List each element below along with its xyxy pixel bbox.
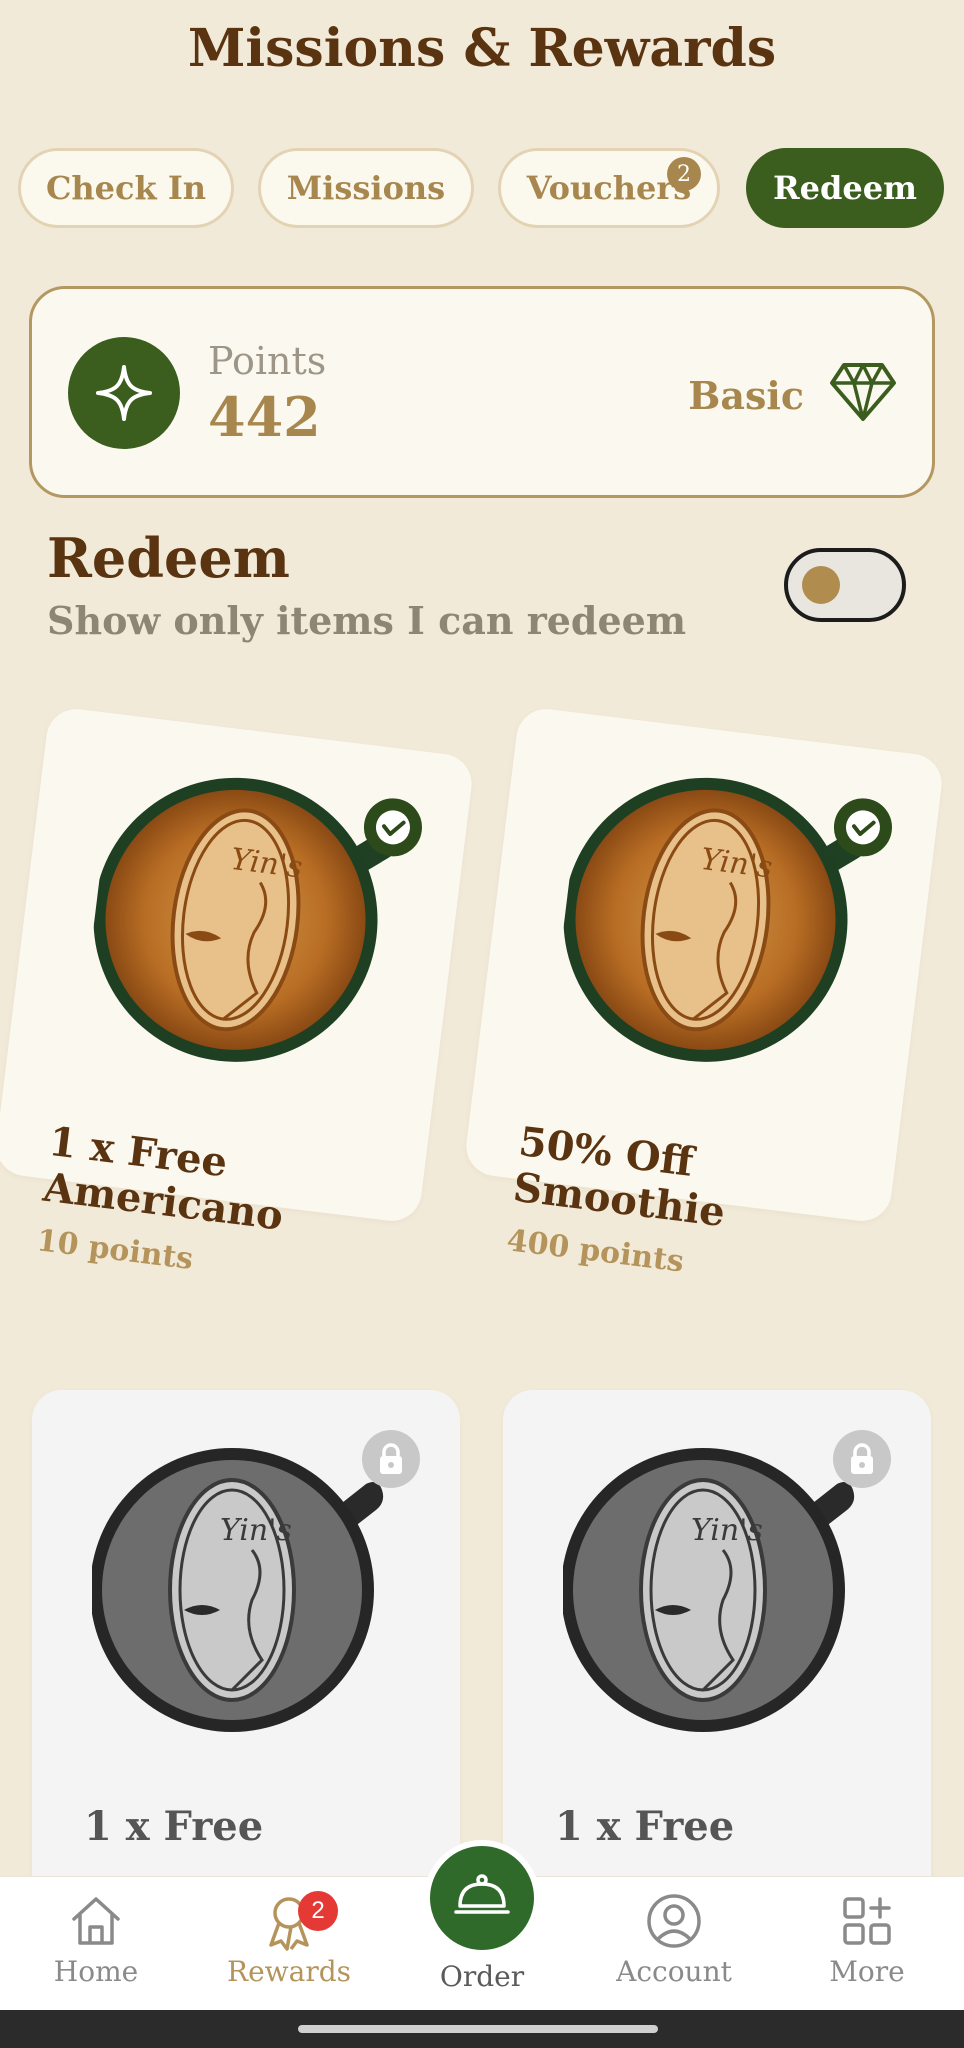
reward-card[interactable]: Yin's 50% Off Smoothie 400 points bbox=[462, 705, 946, 1280]
tab-vouchers[interactable]: Vouchers 2 bbox=[498, 148, 720, 228]
reward-name: 1 x Free bbox=[84, 1803, 264, 1850]
points-label: Points bbox=[208, 339, 327, 383]
svg-text:Yin's: Yin's bbox=[691, 1513, 763, 1548]
home-indicator[interactable] bbox=[298, 2025, 658, 2033]
tab-check-in[interactable]: Check In bbox=[18, 148, 234, 228]
section-title: Redeem bbox=[47, 526, 290, 590]
page-title: Missions & Rewards bbox=[187, 18, 777, 79]
nav-account[interactable]: Account bbox=[599, 1891, 749, 2001]
reward-name: 1 x Free bbox=[555, 1803, 735, 1850]
toggle-knob bbox=[802, 566, 840, 604]
redeemable-filter-toggle[interactable] bbox=[784, 548, 906, 622]
filter-label: Show only items I can redeem bbox=[47, 598, 687, 643]
tab-label: Missions bbox=[286, 169, 446, 207]
nav-label: Home bbox=[53, 1955, 139, 1988]
home-icon bbox=[72, 1897, 120, 1945]
reward-points: 400 points bbox=[504, 1223, 686, 1280]
coffee-cup-image: Yin's bbox=[93, 777, 398, 1062]
tier-label: Basic bbox=[688, 373, 804, 418]
nav-rewards[interactable]: 2 Rewards bbox=[214, 1891, 364, 2001]
lock-icon bbox=[833, 1430, 891, 1488]
order-button[interactable] bbox=[424, 1840, 540, 1956]
coffee-cup-image: Yin's bbox=[92, 1448, 384, 1732]
nav-label: More bbox=[829, 1955, 905, 1988]
cloche-icon bbox=[454, 1874, 510, 1914]
nav-label: Rewards bbox=[227, 1955, 351, 1988]
nav-home[interactable]: Home bbox=[21, 1891, 171, 2001]
tab-bar: Check In Missions Vouchers 2 Redeem bbox=[18, 148, 948, 228]
grid-plus-icon bbox=[843, 1897, 891, 1945]
tab-redeem[interactable]: Redeem bbox=[746, 148, 944, 228]
reward-points: 10 points bbox=[34, 1223, 196, 1278]
tab-missions[interactable]: Missions bbox=[258, 148, 474, 228]
vouchers-count-badge: 2 bbox=[667, 157, 701, 191]
points-value: 442 bbox=[208, 385, 321, 449]
diamond-icon bbox=[830, 363, 896, 421]
sparkle-icon bbox=[68, 337, 180, 449]
nav-label: Account bbox=[616, 1955, 732, 1988]
rewards-count-badge: 2 bbox=[298, 1891, 338, 1931]
tab-label: Check In bbox=[45, 169, 207, 207]
nav-order-label: Order bbox=[439, 1960, 525, 1993]
nav-more[interactable]: More bbox=[792, 1891, 942, 2001]
user-icon bbox=[647, 1894, 701, 1948]
reward-card[interactable]: Yin's 1 x Free Americano 10 points bbox=[0, 705, 476, 1277]
coffee-cup-image: Yin's bbox=[563, 1448, 855, 1732]
coffee-cup-image: Yin's bbox=[563, 777, 868, 1062]
svg-text:Yin's: Yin's bbox=[220, 1513, 292, 1548]
reward-card-locked[interactable]: Yin's 1 x Free bbox=[32, 1390, 460, 1930]
points-card: Points 442 Basic bbox=[29, 286, 935, 498]
tab-label: Redeem bbox=[773, 169, 917, 207]
lock-icon bbox=[362, 1430, 420, 1488]
reward-card-locked[interactable]: Yin's 1 x Free bbox=[503, 1390, 931, 1930]
